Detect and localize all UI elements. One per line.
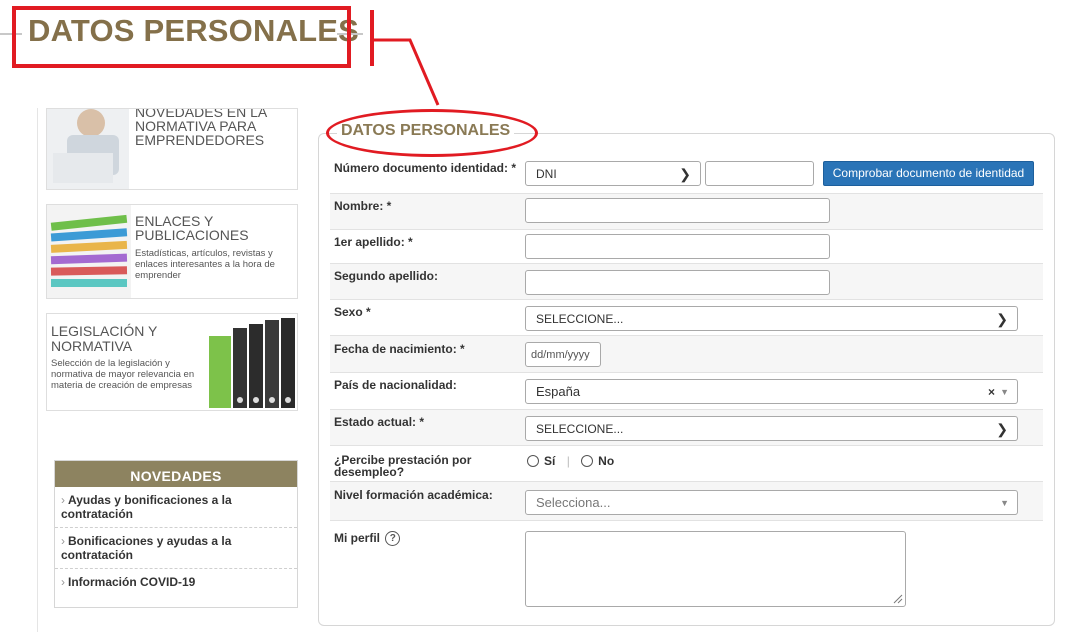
- nombre-label: Nombre: *: [334, 199, 392, 213]
- novedades-heading: NOVEDADES: [55, 461, 297, 487]
- card-description: Estadísticas, artículos, revistas y enla…: [135, 248, 275, 281]
- radio-separator: |: [566, 454, 570, 468]
- resize-handle-icon[interactable]: [893, 594, 903, 604]
- novedades-panel: NOVEDADES › Ayudas y bonificaciones a la …: [54, 460, 298, 608]
- apellido1-input[interactable]: [525, 234, 830, 259]
- card-title: LEGISLACIÓN Y NORMATIVA: [51, 323, 158, 354]
- formacion-select[interactable]: Selecciona... ▼: [525, 490, 1018, 515]
- apellido1-label: 1er apellido: *: [334, 235, 413, 249]
- clear-icon[interactable]: ×: [988, 380, 995, 404]
- column-divider: [37, 108, 38, 632]
- sexo-select[interactable]: SELECCIONE... ❯: [525, 306, 1018, 331]
- chevron-right-icon: ›: [61, 493, 65, 507]
- row-estado: Estado actual: * SELECCIONE... ❯: [330, 410, 1043, 446]
- doc-number-input[interactable]: [705, 161, 814, 186]
- novedades-link-label: Bonificaciones y ayudas a la contratació…: [61, 534, 232, 562]
- perfil-label-wrap: Mi perfil ?: [334, 531, 401, 546]
- row-nacionalidad: País de nacionalidad: España × ▼: [330, 373, 1043, 410]
- card-normativa-emprendedores[interactable]: NOVEDADES EN LA NORMATIVA PARA EMPRENDED…: [46, 108, 298, 190]
- estado-label: Estado actual: *: [334, 415, 425, 429]
- row-apellido2: Segundo apellido:: [330, 264, 1043, 300]
- chevron-down-icon: ❯: [679, 166, 691, 182]
- doc-type-select[interactable]: DNI ❯: [525, 161, 701, 186]
- novedades-link-label: Ayudas y bonificaciones a la contratació…: [61, 493, 232, 521]
- chevron-right-icon: ›: [61, 534, 65, 548]
- birthdate-input[interactable]: dd/mm/yyyy: [525, 342, 601, 367]
- nacimiento-label: Fecha de nacimiento: *: [334, 342, 465, 356]
- row-sexo: Sexo * SELECCIONE... ❯: [330, 300, 1043, 336]
- novedades-link-label: Información COVID-19: [68, 575, 196, 589]
- caret-down-icon: ▼: [1000, 498, 1009, 508]
- help-icon[interactable]: ?: [385, 531, 401, 546]
- binders-image: [205, 314, 297, 410]
- perfil-textarea[interactable]: [525, 531, 906, 607]
- card-enlaces-publicaciones[interactable]: ENLACES Y PUBLICACIONES Estadísticas, ar…: [46, 204, 298, 299]
- birthdate-placeholder: dd/mm/yyyy: [531, 349, 590, 361]
- doc-type-value: DNI: [536, 167, 557, 181]
- chevron-down-icon: ❯: [996, 311, 1008, 327]
- nacionalidad-select[interactable]: España × ▼: [525, 379, 1018, 404]
- apellido2-label: Segundo apellido:: [334, 269, 438, 283]
- card-title: NOVEDADES EN LA NORMATIVA PARA EMPRENDED…: [135, 108, 267, 148]
- prestacion-radio-group: Sí | No: [527, 454, 614, 468]
- novedades-link[interactable]: › Información COVID-19: [55, 569, 297, 595]
- row-perfil: Mi perfil ?: [330, 521, 1043, 613]
- row-formacion: Nivel formación académica: Selecciona...…: [330, 482, 1043, 521]
- doc-label: Número documento identidad: *: [334, 161, 517, 175]
- nombre-input[interactable]: [525, 198, 830, 223]
- sexo-value: SELECCIONE...: [536, 312, 624, 326]
- nacionalidad-value: España: [536, 384, 581, 399]
- card-title: ENLACES Y PUBLICACIONES: [135, 213, 249, 243]
- nacionalidad-label: País de nacionalidad:: [334, 378, 457, 392]
- perfil-label: Mi perfil: [334, 531, 381, 545]
- card-description: Selección de la legislación y normativa …: [51, 358, 195, 391]
- radio-no[interactable]: [581, 455, 594, 467]
- check-document-button[interactable]: Comprobar documento de identidad: [823, 161, 1034, 186]
- apellido2-input[interactable]: [525, 270, 830, 295]
- highlight-ellipse: [326, 109, 538, 157]
- row-nacimiento: Fecha de nacimiento: * dd/mm/yyyy: [330, 336, 1043, 373]
- sexo-label: Sexo *: [334, 305, 371, 319]
- novedades-link[interactable]: › Bonificaciones y ayudas a la contrataci…: [55, 528, 297, 569]
- caret-down-icon: ▼: [1000, 387, 1009, 397]
- chevron-right-icon: ›: [61, 575, 65, 589]
- magazines-stack-image: [47, 205, 131, 298]
- radio-si-label: Sí: [544, 454, 556, 468]
- card-legislacion-normativa[interactable]: LEGISLACIÓN Y NORMATIVA Selección de la …: [46, 313, 298, 411]
- prestacion-label: ¿Percibe prestación por desempleo?: [334, 453, 472, 479]
- row-apellido1: 1er apellido: *: [330, 230, 1043, 264]
- estado-select[interactable]: SELECCIONE... ❯: [525, 416, 1018, 441]
- row-prestacion: ¿Percibe prestación por desempleo? Sí | …: [330, 446, 1043, 482]
- formacion-label: Nivel formación académica:: [334, 488, 493, 502]
- chevron-down-icon: ❯: [996, 421, 1008, 437]
- person-laptop-image: [47, 109, 129, 189]
- novedades-link[interactable]: › Ayudas y bonificaciones a la contrataci…: [55, 487, 297, 528]
- radio-si[interactable]: [527, 455, 539, 467]
- radio-no-label: No: [598, 454, 615, 468]
- row-nombre: Nombre: *: [330, 194, 1043, 230]
- formacion-placeholder: Selecciona...: [536, 495, 611, 510]
- estado-value: SELECCIONE...: [536, 422, 624, 436]
